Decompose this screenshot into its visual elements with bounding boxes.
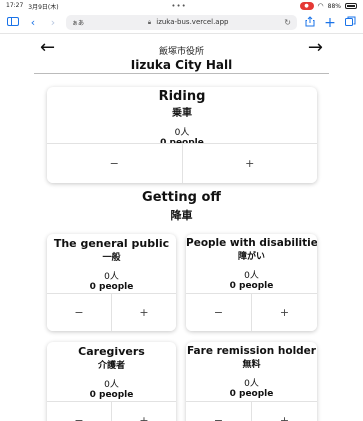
general-public-card: The general public 一般 0人 0 people − + [47, 234, 176, 331]
multitask-dots[interactable]: ••• [171, 2, 186, 10]
forward-icon[interactable]: › [46, 16, 60, 29]
stop-name-en: Iizuka City Hall [130, 58, 233, 72]
sidebar-icon[interactable] [6, 16, 20, 29]
disabilities-title: People with disabilities [186, 237, 317, 249]
reload-icon[interactable]: ↻ [284, 18, 291, 27]
back-icon[interactable]: ‹ [26, 16, 40, 29]
status-right: ● ◠ 88% [299, 2, 357, 10]
next-stop-arrow-icon[interactable]: → [308, 39, 323, 57]
riding-buttons: − + [47, 143, 317, 183]
riding-title: Riding [158, 89, 206, 104]
general-public-plus-button[interactable]: + [111, 294, 176, 331]
fare-remission-minus-button[interactable]: − [186, 402, 251, 421]
stop-header: ← → 飯塚市役所 Iizuka City Hall [34, 38, 329, 74]
new-tab-icon[interactable]: + [323, 15, 337, 31]
stop-name-jp: 飯塚市役所 [158, 47, 204, 57]
general-public-title: The general public [53, 237, 170, 250]
prev-stop-arrow-icon[interactable]: ← [40, 39, 55, 57]
lock-icon: 🔒︎ [147, 19, 152, 26]
fare-remission-plus-button[interactable]: + [251, 402, 317, 421]
reader-options-button[interactable]: ぁあ [72, 18, 84, 27]
getting-off-title: Getting off [142, 190, 221, 205]
screen: 17:27 3月9日(木) ••• ● ◠ 88% ‹ › ぁあ 🔒︎ izuk… [0, 0, 363, 421]
general-public-buttons: − + [47, 293, 176, 331]
general-public-title-jp: 一般 [102, 253, 121, 263]
wifi-icon: ◠ [317, 2, 324, 10]
fare-remission-card: Fare remission holder 無料 0人 0 people − + [186, 342, 317, 421]
riding-card: Riding 乗車 0人 0 people − + [47, 87, 317, 183]
caregivers-buttons: − + [47, 401, 176, 421]
caregivers-title: Caregivers [78, 345, 145, 358]
fare-remission-buttons: − + [186, 401, 317, 421]
browser-toolbar: ‹ › ぁあ 🔒︎ izuka-bus.vercel.app ↻ + [0, 12, 363, 34]
disabilities-plus-button[interactable]: + [251, 294, 317, 331]
disabilities-card: People with disabilities 障がい 0人 0 people… [186, 234, 317, 331]
share-icon[interactable] [303, 15, 317, 30]
caregivers-count: 0人 [104, 380, 119, 390]
disabilities-minus-button[interactable]: − [186, 294, 251, 331]
caregivers-people: 0 people [89, 390, 134, 400]
riding-title-jp: 乗車 [172, 108, 192, 119]
getting-off-title-jp: 降車 [170, 209, 193, 222]
fare-remission-count: 0人 [244, 379, 259, 389]
disabilities-people: 0 people [229, 281, 274, 291]
fare-remission-people: 0 people [229, 389, 274, 399]
status-bar: 17:27 3月9日(木) ••• ● ◠ 88% [0, 0, 363, 12]
status-time: 17:27 [6, 1, 24, 9]
tabs-icon[interactable] [343, 16, 357, 30]
general-public-count: 0人 [104, 272, 119, 282]
fare-remission-title-jp: 無料 [242, 360, 261, 370]
url-text: izuka-bus.vercel.app [156, 18, 229, 26]
general-public-people: 0 people [89, 282, 134, 292]
caregivers-plus-button[interactable]: + [111, 402, 176, 421]
battery-percent: 88% [327, 2, 341, 10]
screen-record-icon: ● [299, 2, 314, 10]
battery-icon [345, 3, 357, 9]
disabilities-count: 0人 [244, 271, 259, 281]
riding-count: 0人 [174, 128, 190, 138]
riding-minus-button[interactable]: − [47, 144, 182, 183]
fare-remission-title: Fare remission holder [187, 345, 316, 357]
caregivers-minus-button[interactable]: − [47, 402, 111, 421]
caregivers-title-jp: 介護者 [97, 361, 125, 371]
disabilities-title-jp: 障がい [237, 252, 265, 262]
caregivers-card: Caregivers 介護者 0人 0 people − + [47, 342, 176, 421]
status-date: 3月9日(木) [28, 3, 59, 11]
riding-plus-button[interactable]: + [181, 144, 317, 183]
disabilities-buttons: − + [186, 293, 317, 331]
status-left: 17:27 3月9日(木) [6, 2, 59, 11]
address-bar[interactable]: ぁあ 🔒︎ izuka-bus.vercel.app ↻ [66, 15, 297, 30]
general-public-minus-button[interactable]: − [47, 294, 111, 331]
